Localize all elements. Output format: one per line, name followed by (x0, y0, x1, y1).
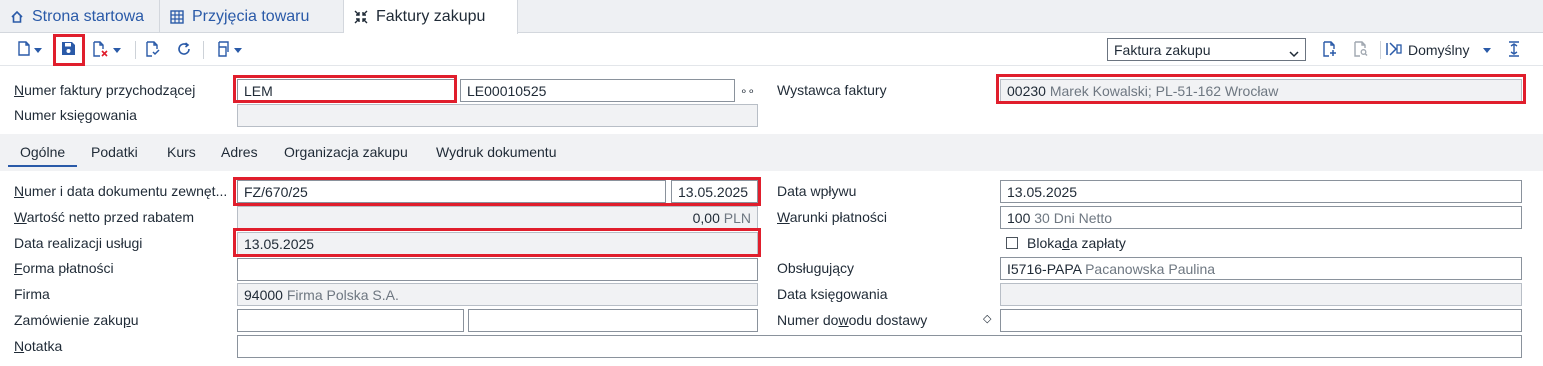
chevron-down-icon (234, 47, 242, 53)
subtab-rate[interactable]: Kurs (167, 144, 196, 160)
company-code: 94000 (244, 287, 283, 303)
print-button[interactable] (210, 38, 248, 62)
toolbar: Domyślny (0, 34, 1543, 66)
ext-doc-date-field[interactable]: 13.05.2025 (671, 180, 758, 203)
invoice-prefix-field[interactable]: LEM (237, 79, 455, 102)
booking-date-field (1000, 283, 1522, 306)
delivery-proof-field[interactable] (1000, 309, 1522, 332)
new-document-icon (18, 41, 30, 59)
receipt-date-label: Data wpływu (777, 183, 857, 199)
refresh-icon (177, 41, 191, 59)
payment-terms-code: 100 (1007, 210, 1031, 226)
add-document-button[interactable] (1320, 38, 1340, 62)
purchase-order-label: Zamówienie zakupu (14, 312, 139, 328)
receipt-date-field[interactable]: 13.05.2025 (1000, 180, 1522, 203)
toolbar-separator (203, 41, 204, 59)
ext-doc-label: Numer i data dokumentu zewnęt... (14, 183, 228, 199)
subtab-address[interactable]: Adres (221, 144, 258, 160)
delete-document-icon (93, 40, 109, 60)
align-icon (1508, 40, 1520, 60)
print-icon (216, 40, 230, 60)
tab-goods-receipts[interactable]: Przyjęcia towaru (160, 0, 344, 33)
purchase-order-field-1[interactable] (237, 309, 464, 332)
net-value-field: 0,00 PLN (237, 206, 758, 229)
handler-field[interactable]: I5716-PAPA Pacanowska Paulina (1000, 257, 1522, 280)
net-value-label: Wartość netto przed rabatem (14, 209, 195, 225)
view-select[interactable]: Faktura zakupu (1107, 38, 1306, 61)
payment-form-field[interactable] (237, 258, 758, 281)
subtab-document-print[interactable]: Wydruk dokumentu (436, 144, 556, 160)
ext-doc-number-field[interactable]: FZ/670/25 (237, 180, 666, 203)
collapse-icon (354, 10, 368, 24)
subtab-general[interactable]: Ogólne (8, 144, 78, 167)
link-icon[interactable]: ∘∘ (740, 84, 755, 98)
booking-number-field (237, 104, 758, 127)
check-document-button[interactable] (143, 38, 163, 62)
handler-code: I5716-PAPA (1007, 261, 1082, 277)
home-icon (10, 10, 24, 24)
tab-purchase-invoices-label: Faktury zakupu (376, 8, 486, 25)
view-select-value: Faktura zakupu (1114, 42, 1211, 58)
tab-goods-receipts-label: Przyjęcia towaru (192, 7, 310, 25)
note-field[interactable] (237, 335, 1522, 358)
net-value: 0,00 (692, 210, 720, 226)
chevron-down-icon (34, 47, 42, 53)
layout-label: Domyślny (1408, 42, 1470, 58)
toolbar-separator (1380, 41, 1381, 59)
search-document-icon (1354, 40, 1368, 60)
invoice-number-label: Numer faktury przychodzącej (14, 82, 196, 98)
subtab-purchase-organization[interactable]: Organizacja zakupu (284, 144, 408, 160)
sub-tab-bar: Ogólne Podatki Kurs Adres Organizacja za… (0, 134, 1543, 171)
save-button[interactable] (58, 38, 78, 62)
handler-desc: Pacanowska Paulina (1085, 261, 1216, 277)
tab-home-label: Strona startowa (32, 7, 145, 25)
payment-terms-desc: 30 Dni Netto (1034, 210, 1113, 226)
issuer-desc: Marek Kowalski; PL-51-162 Wrocław (1049, 83, 1279, 99)
chevron-down-icon (113, 47, 121, 53)
payment-terms-field[interactable]: 100 30 Dni Netto (1000, 206, 1522, 229)
check-document-icon (146, 40, 160, 60)
delete-document-button[interactable] (88, 38, 126, 62)
add-document-icon (1323, 40, 1337, 60)
layout-dropdown[interactable]: Domyślny (1386, 38, 1496, 62)
issuer-label: Wystawca faktury (777, 82, 887, 98)
issuer-code: 00230 (1007, 83, 1046, 99)
toolbar-separator (135, 41, 136, 59)
align-button[interactable] (1504, 38, 1524, 62)
tab-home[interactable]: Strona startowa (0, 0, 160, 33)
handler-label: Obsługujący (777, 260, 855, 276)
save-icon (61, 41, 76, 59)
payment-block-checkbox[interactable] (1006, 237, 1018, 249)
payment-terms-label: Warunki płatności (777, 209, 887, 225)
layout-icon (1386, 41, 1402, 59)
invoice-number-field[interactable]: LE00010525 (460, 79, 735, 102)
chevron-down-icon (1483, 47, 1492, 53)
payment-block-label: Blokada zapłaty (1027, 235, 1126, 251)
service-date-label: Data realizacji usługi (14, 235, 143, 251)
issuer-field[interactable]: 00230 Marek Kowalski; PL-51-162 Wrocław (1000, 79, 1522, 102)
company-field: 94000 Firma Polska S.A. (237, 283, 758, 306)
net-currency: PLN (723, 210, 751, 226)
refresh-button[interactable] (174, 38, 194, 62)
booking-date-label: Data księgowania (777, 286, 888, 302)
subtab-taxes[interactable]: Podatki (91, 144, 138, 160)
search-document-button[interactable] (1351, 38, 1371, 62)
tab-bar: Strona startowa Przyjęcia towaru Faktury… (0, 0, 1543, 34)
payment-form-label: Forma płatności (14, 260, 114, 276)
tab-purchase-invoices[interactable]: Faktury zakupu (344, 0, 518, 34)
company-label: Firma (14, 286, 50, 302)
delivery-proof-label: Numer dowodu dostawy (777, 312, 928, 328)
new-document-button[interactable] (12, 38, 48, 62)
grid-icon (170, 9, 184, 24)
service-date-field[interactable]: 13.05.2025 (237, 232, 758, 255)
chevron-down-icon (1289, 45, 1299, 61)
booking-number-label: Numer księgowania (14, 107, 137, 123)
note-label: Notatka (14, 338, 63, 354)
diamond-icon[interactable]: ◇ (983, 312, 991, 325)
purchase-order-field-2[interactable] (468, 309, 758, 332)
company-desc: Firma Polska S.A. (286, 287, 399, 303)
